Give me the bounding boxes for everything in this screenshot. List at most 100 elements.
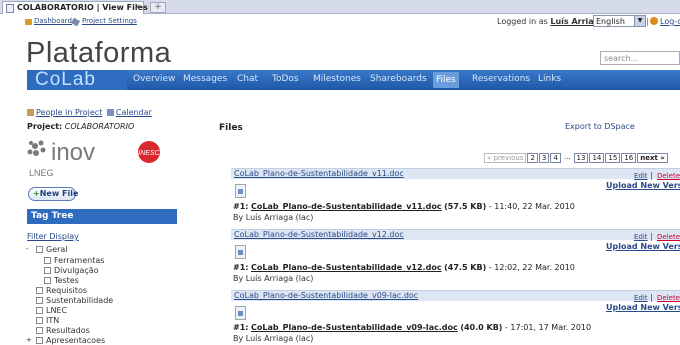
tag-tree-header: Tag Tree xyxy=(27,209,177,224)
edit-link[interactable]: Edit xyxy=(634,172,648,180)
close-icon[interactable]: x xyxy=(135,2,140,11)
edit-link[interactable]: Edit xyxy=(634,233,648,241)
checkbox[interactable] xyxy=(36,246,43,253)
tree-item-resultados[interactable]: Resultados xyxy=(36,326,90,335)
logo-badge: INESC xyxy=(138,150,160,157)
project-info: Project: COLABORATORIO xyxy=(27,122,134,131)
file-author: By Luís Arriaga (lac) xyxy=(233,274,314,283)
project-settings-link[interactable]: Project Settings xyxy=(82,17,137,25)
file-version-link[interactable]: CoLab_Plano-de-Sustentabilidade_v09-lac.… xyxy=(251,323,458,332)
tree-item-sustentabilidade[interactable]: Sustentabilidade xyxy=(36,296,113,305)
collapse-icon[interactable]: - xyxy=(26,245,29,253)
pager-page[interactable]: 14 xyxy=(589,153,605,163)
nav-todos[interactable]: ToDos xyxy=(272,74,299,84)
tree-item-ferramentas[interactable]: Ferramentas xyxy=(44,256,104,265)
nav-milestones[interactable]: Milestones xyxy=(313,74,361,84)
checkbox[interactable] xyxy=(36,317,43,324)
checkbox[interactable] xyxy=(36,327,43,334)
nav-reservations[interactable]: Reservations xyxy=(472,74,530,84)
filter-display-link[interactable]: Filter Display xyxy=(27,232,79,241)
sidebar-links: People in Project Calendar xyxy=(27,108,152,117)
file-header: CoLab_Plano-de-Sustentabilidade_v11.doc xyxy=(231,168,680,179)
file-author: By Luís Arriaga (lac) xyxy=(233,334,314,343)
tree-item-lnec[interactable]: LNEC xyxy=(36,306,67,315)
file-version: #1: CoLab_Plano-de-Sustentabilidade_v09-… xyxy=(233,323,592,332)
pagination: « previous 2 3 4... 13 14 15 16 next » xyxy=(484,153,669,163)
edit-link[interactable]: Edit xyxy=(634,294,648,302)
separator: | xyxy=(646,17,649,26)
browser-tab-bar: COLABORATORIO | View Files x + xyxy=(0,0,680,14)
file-version: #1: CoLab_Plano-de-Sustentabilidade_v12.… xyxy=(233,263,575,272)
pager-next[interactable]: next » xyxy=(637,153,668,163)
expand-icon[interactable]: + xyxy=(26,336,32,344)
file-version-link[interactable]: CoLab_Plano-de-Sustentabilidade_v11.doc xyxy=(251,202,442,211)
project-label: Project: xyxy=(27,122,63,131)
dashboard-link[interactable]: Dashboard xyxy=(34,17,72,25)
file-version-link[interactable]: CoLab_Plano-de-Sustentabilidade_v12.doc xyxy=(251,263,442,272)
pager-page[interactable]: 4 xyxy=(550,153,561,163)
nav-overview[interactable]: Overview xyxy=(133,74,175,84)
upload-new-version-link[interactable]: Upload New Version xyxy=(606,242,680,251)
checkbox[interactable] xyxy=(36,287,43,294)
tree-item-itn[interactable]: ITN xyxy=(36,316,59,325)
separator: | xyxy=(650,232,653,241)
pager-page[interactable]: 13 xyxy=(573,153,589,163)
checkbox[interactable] xyxy=(44,277,51,284)
pager-page[interactable]: 3 xyxy=(538,153,550,163)
language-select[interactable]: English ▼ xyxy=(593,15,646,27)
colab-logo: CoLab xyxy=(27,70,127,90)
nav-chat[interactable]: Chat xyxy=(237,74,258,84)
tree-item-divulgacao[interactable]: Divulgação xyxy=(44,266,99,275)
pager-dots: ... xyxy=(563,153,571,161)
logo-text: inov xyxy=(51,139,95,166)
file-version: #1: CoLab_Plano-de-Sustentabilidade_v11.… xyxy=(233,202,575,211)
checkbox[interactable] xyxy=(44,257,51,264)
main-nav: CoLab Overview Messages Chat ToDos Miles… xyxy=(27,70,680,90)
document-icon[interactable] xyxy=(235,306,246,320)
document-icon[interactable] xyxy=(235,245,246,259)
pager-page[interactable]: 15 xyxy=(605,153,621,163)
upload-new-version-link[interactable]: Upload New Version xyxy=(606,303,680,312)
new-file-button[interactable]: +New File xyxy=(28,187,79,201)
checkbox[interactable] xyxy=(44,267,51,274)
search-input[interactable]: search... xyxy=(600,51,680,65)
nav-files[interactable]: Files xyxy=(433,72,459,88)
delete-link[interactable]: Delete xyxy=(657,294,680,302)
file-name-link[interactable]: CoLab_Plano-de-Sustentabilidade_v11.doc xyxy=(234,169,404,178)
separator: | xyxy=(650,171,653,180)
document-icon[interactable] xyxy=(235,184,246,198)
logout-link[interactable]: Log-out xyxy=(660,17,680,26)
new-file-label: New File xyxy=(39,189,79,198)
nav-links[interactable]: Links xyxy=(538,74,561,84)
export-dspace-link[interactable]: Export to DSpace xyxy=(565,122,635,131)
checkbox[interactable] xyxy=(36,297,43,304)
dashboard-icon xyxy=(25,19,32,25)
browser-tab[interactable]: COLABORATORIO | View Files x xyxy=(2,1,148,14)
separator: | xyxy=(650,293,653,302)
login-prefix: Logged in as xyxy=(497,17,548,26)
pager-page[interactable]: 16 xyxy=(621,153,637,163)
checkbox[interactable] xyxy=(36,337,43,344)
checkbox[interactable] xyxy=(36,307,43,314)
file-header: CoLab_Plano-de-Sustentabilidade_v12.doc xyxy=(231,229,680,240)
tree-item-testes[interactable]: Testes xyxy=(44,276,79,285)
tree-item-geral[interactable]: - Geral xyxy=(26,245,68,254)
tree-item-requisitos[interactable]: Requisitos xyxy=(36,286,87,295)
brand-title: Plataforma xyxy=(26,37,172,69)
pager-page[interactable]: 2 xyxy=(527,153,538,163)
calendar-link[interactable]: Calendar xyxy=(116,108,152,117)
plus-icon: + xyxy=(33,189,40,198)
people-link[interactable]: People in Project xyxy=(36,108,102,117)
file-header: CoLab_Plano-de-Sustentabilidade_v09-lac.… xyxy=(231,290,680,301)
nav-messages[interactable]: Messages xyxy=(183,74,227,84)
delete-link[interactable]: Delete xyxy=(657,172,680,180)
people-icon xyxy=(27,109,34,116)
new-tab-button[interactable]: + xyxy=(150,2,166,13)
page-title: Files xyxy=(219,123,243,133)
file-name-link[interactable]: CoLab_Plano-de-Sustentabilidade_v12.doc xyxy=(234,230,404,239)
delete-link[interactable]: Delete xyxy=(657,233,680,241)
nav-shareboards[interactable]: Shareboards xyxy=(370,74,427,84)
upload-new-version-link[interactable]: Upload New Version xyxy=(606,181,680,190)
page-icon xyxy=(6,4,14,13)
file-name-link[interactable]: CoLab_Plano-de-Sustentabilidade_v09-lac.… xyxy=(234,291,418,300)
